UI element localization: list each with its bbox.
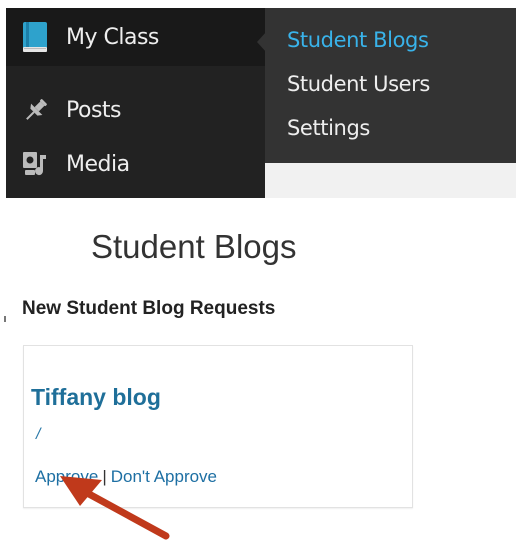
- sidebar-item-label: Media: [66, 151, 130, 177]
- my-class-submenu: Student Blogs Student Users Settings: [265, 8, 516, 163]
- admin-sidebar: My Class Posts Media: [6, 8, 267, 198]
- sidebar-item-posts[interactable]: Posts: [6, 88, 265, 132]
- sidebar-item-label: My Class: [66, 24, 159, 50]
- red-arrow-annotation: [60, 476, 170, 540]
- blog-path: /: [36, 426, 41, 443]
- sidebar-item-label: Posts: [66, 97, 122, 123]
- content-background-strip: [265, 163, 516, 198]
- page-title: Student Blogs: [91, 228, 297, 265]
- section-heading: New Student Blog Requests: [22, 298, 276, 319]
- book-icon: [20, 21, 52, 53]
- submenu-item-student-blogs[interactable]: Student Blogs: [287, 28, 429, 52]
- submenu-item-settings[interactable]: Settings: [287, 116, 370, 140]
- edge-mark: [4, 316, 6, 322]
- submenu-item-student-users[interactable]: Student Users: [287, 72, 430, 96]
- sidebar-item-my-class[interactable]: My Class: [6, 15, 265, 59]
- blog-title-link[interactable]: Tiffany blog: [31, 384, 161, 411]
- sidebar-item-media[interactable]: Media: [6, 142, 265, 186]
- pushpin-icon: [20, 94, 52, 126]
- media-icon: [20, 148, 52, 180]
